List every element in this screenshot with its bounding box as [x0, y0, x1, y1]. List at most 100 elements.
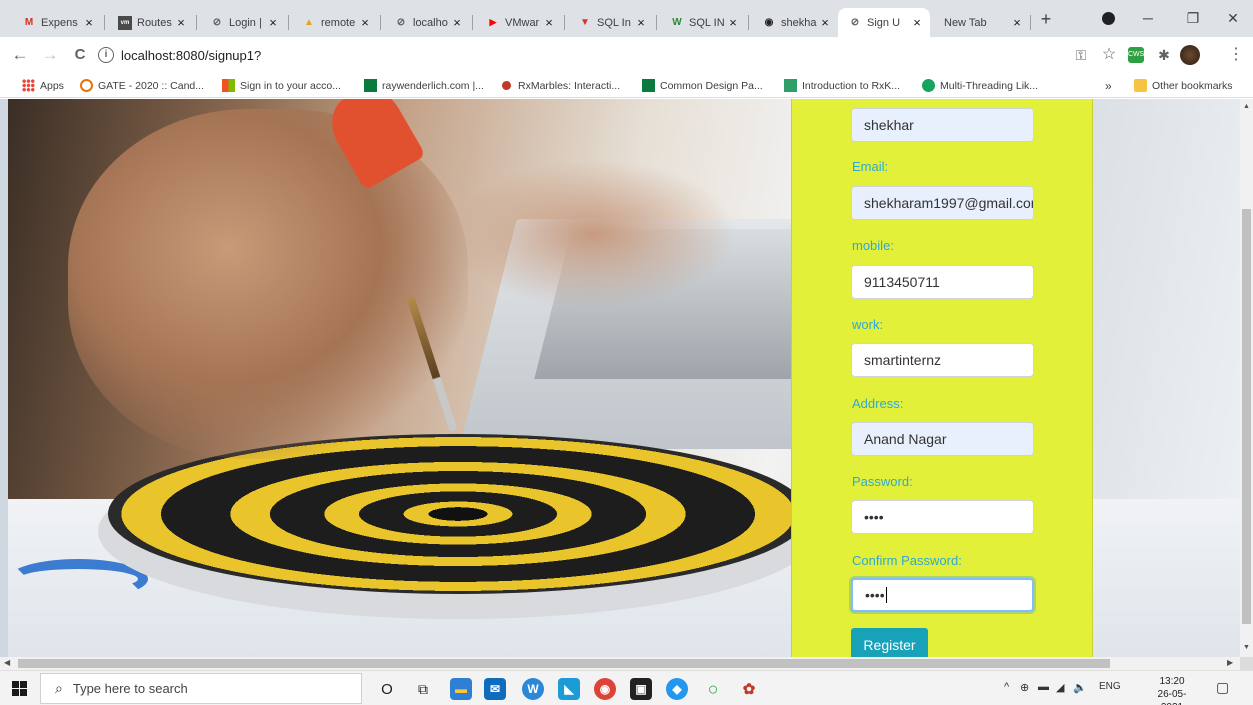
- apps-grid-icon: [22, 79, 35, 92]
- password-input[interactable]: ••••: [851, 500, 1034, 534]
- windows-taskbar: ⌕ Type here to search O ⧉ ▬ ✉ W ◣ ◉ ▣ ◆ …: [0, 670, 1253, 705]
- task-view-icon[interactable]: ⧉: [412, 678, 434, 700]
- tab-close-icon[interactable]: ×: [910, 15, 924, 30]
- language-indicator[interactable]: ENG: [1099, 681, 1121, 692]
- tab-signup-active[interactable]: ⊘ Sign U ×: [838, 8, 930, 37]
- bookmark-rxmarbles[interactable]: RxMarbles: Interacti...: [500, 77, 620, 94]
- terminal-icon[interactable]: ▣: [630, 678, 652, 700]
- chrome-menu-icon[interactable]: ⋮: [1228, 47, 1244, 63]
- back-button[interactable]: ←: [8, 43, 32, 67]
- wifi-icon[interactable]: ◢: [1056, 681, 1064, 694]
- chrome-icon[interactable]: ◉: [594, 678, 616, 700]
- bookmark-microsoft[interactable]: Sign in to your acco...: [222, 77, 341, 94]
- tab-separator: [472, 15, 473, 30]
- file-explorer-icon[interactable]: ▬: [450, 678, 472, 700]
- w3schools-icon: W: [672, 17, 682, 28]
- scroll-right-icon[interactable]: ▶: [1227, 658, 1233, 667]
- tab-close-icon[interactable]: ×: [358, 15, 372, 30]
- other-bookmarks[interactable]: Other bookmarks: [1134, 77, 1233, 94]
- tab-close-icon[interactable]: ×: [450, 15, 464, 30]
- app-tool-icon[interactable]: ◣: [558, 678, 580, 700]
- mail-icon[interactable]: ✉: [484, 678, 506, 700]
- register-button[interactable]: Register: [851, 628, 928, 657]
- scroll-up-icon[interactable]: ▲: [1243, 103, 1250, 110]
- name-input[interactable]: shekhar: [851, 108, 1034, 142]
- forward-button[interactable]: →: [38, 43, 62, 67]
- scroll-down-icon[interactable]: ▼: [1243, 644, 1250, 651]
- tab-close-icon[interactable]: ×: [634, 15, 648, 30]
- key-icon[interactable]: ⚿: [1072, 47, 1090, 63]
- record-icon[interactable]: ✿: [738, 678, 760, 700]
- bookmark-apps[interactable]: Apps: [22, 77, 64, 94]
- bookmark-label: raywenderlich.com |...: [382, 79, 484, 92]
- bookmark-design-patterns[interactable]: Common Design Pa...: [642, 77, 763, 94]
- tab-login[interactable]: ⊘ Login | ×: [200, 8, 286, 37]
- medium-icon: [922, 79, 935, 92]
- new-tab-button[interactable]: +: [1036, 10, 1056, 30]
- bookmark-raywenderlich[interactable]: raywenderlich.com |...: [364, 77, 484, 94]
- reload-button[interactable]: C: [68, 43, 92, 67]
- docker-icon[interactable]: ◆: [666, 678, 688, 700]
- tab-sql-in[interactable]: W SQL IN ×: [660, 8, 746, 37]
- horizontal-scroll-thumb[interactable]: [18, 659, 1110, 668]
- maximize-button[interactable]: ❐: [1178, 6, 1208, 30]
- globe-icon: ⊘: [212, 17, 222, 28]
- doc-icon: [784, 79, 797, 92]
- tab-github[interactable]: ◉ shekha ×: [752, 8, 838, 37]
- tab-expens[interactable]: M Expens ×: [12, 8, 102, 37]
- tab-close-icon[interactable]: ×: [82, 15, 96, 30]
- tab-localhost[interactable]: ⊘ localho ×: [384, 8, 470, 37]
- tab-remote[interactable]: ▲ remote ×: [292, 8, 378, 37]
- windows-start-icon[interactable]: [12, 681, 28, 697]
- minimize-button[interactable]: ─: [1133, 6, 1163, 30]
- address-bar[interactable]: i localhost:8080/signup1?: [98, 41, 1058, 69]
- address-input[interactable]: Anand Nagar: [851, 422, 1034, 456]
- tab-title: localho: [413, 16, 448, 29]
- tab-sql-injection[interactable]: ▼ SQL In ×: [568, 8, 654, 37]
- tray-chevron-icon[interactable]: ^: [1004, 681, 1009, 693]
- notification-icon[interactable]: ▢: [1216, 679, 1229, 696]
- extension-cws-icon[interactable]: CWS: [1128, 47, 1144, 63]
- taskbar-search-box[interactable]: ⌕ Type here to search: [40, 673, 362, 704]
- close-window-button[interactable]: ✕: [1218, 6, 1248, 30]
- bookmark-star-icon[interactable]: ☆: [1100, 47, 1118, 63]
- battery-icon[interactable]: ▬: [1038, 681, 1049, 693]
- horizontal-scrollbar[interactable]: ◀ ▶: [0, 657, 1240, 670]
- app-w-icon[interactable]: W: [522, 678, 544, 700]
- tab-title: SQL IN: [689, 16, 725, 29]
- tab-close-icon[interactable]: ×: [1010, 15, 1024, 30]
- taskbar-clock[interactable]: 13:20 26-05-2021: [1147, 675, 1197, 705]
- vertical-scroll-thumb[interactable]: [1242, 209, 1251, 624]
- address-url[interactable]: localhost:8080/signup1?: [121, 48, 261, 63]
- bookmark-gate[interactable]: GATE - 2020 :: Cand...: [80, 77, 204, 94]
- tab-close-icon[interactable]: ×: [542, 15, 556, 30]
- tab-title: shekha: [781, 16, 817, 29]
- profile-avatar[interactable]: [1180, 45, 1200, 65]
- bookmarks-overflow-button[interactable]: »: [1105, 77, 1112, 94]
- tab-close-icon[interactable]: ×: [818, 15, 832, 30]
- confirm-password-input[interactable]: ••••: [851, 578, 1034, 612]
- extensions-puzzle-icon[interactable]: ✱: [1156, 47, 1172, 63]
- scroll-left-icon[interactable]: ◀: [4, 658, 10, 667]
- tab-close-icon[interactable]: ×: [266, 15, 280, 30]
- clock-date: 26-05-2021: [1157, 689, 1187, 705]
- work-input[interactable]: smartinternz: [851, 343, 1034, 377]
- search-icon: ⌕: [55, 680, 63, 696]
- mobile-input[interactable]: 9113450711: [851, 265, 1034, 299]
- bookmark-rxkotlin[interactable]: Introduction to RxK...: [784, 77, 900, 94]
- tab-routes[interactable]: vm Routes ×: [108, 8, 194, 37]
- bookmark-multithreading[interactable]: Multi-Threading Lik...: [922, 77, 1038, 94]
- ring-icon[interactable]: ○: [702, 678, 724, 700]
- network-icon[interactable]: ⊕: [1020, 681, 1029, 694]
- tab-vmware[interactable]: ▶ VMwar ×: [476, 8, 562, 37]
- tab-close-icon[interactable]: ×: [726, 15, 740, 30]
- cortana-icon[interactable]: O: [376, 678, 398, 700]
- volume-icon[interactable]: 🔈: [1073, 681, 1087, 694]
- password-label: Password:: [852, 474, 913, 489]
- tab-close-icon[interactable]: ×: [174, 15, 188, 30]
- email-input[interactable]: shekharam1997@gmail.com: [851, 186, 1034, 220]
- vertical-scrollbar[interactable]: ▲ ▼: [1240, 99, 1253, 657]
- site-info-icon[interactable]: i: [98, 47, 114, 63]
- tab-new-tab[interactable]: New Tab ×: [934, 8, 1030, 37]
- profile-icon[interactable]: [1102, 12, 1115, 25]
